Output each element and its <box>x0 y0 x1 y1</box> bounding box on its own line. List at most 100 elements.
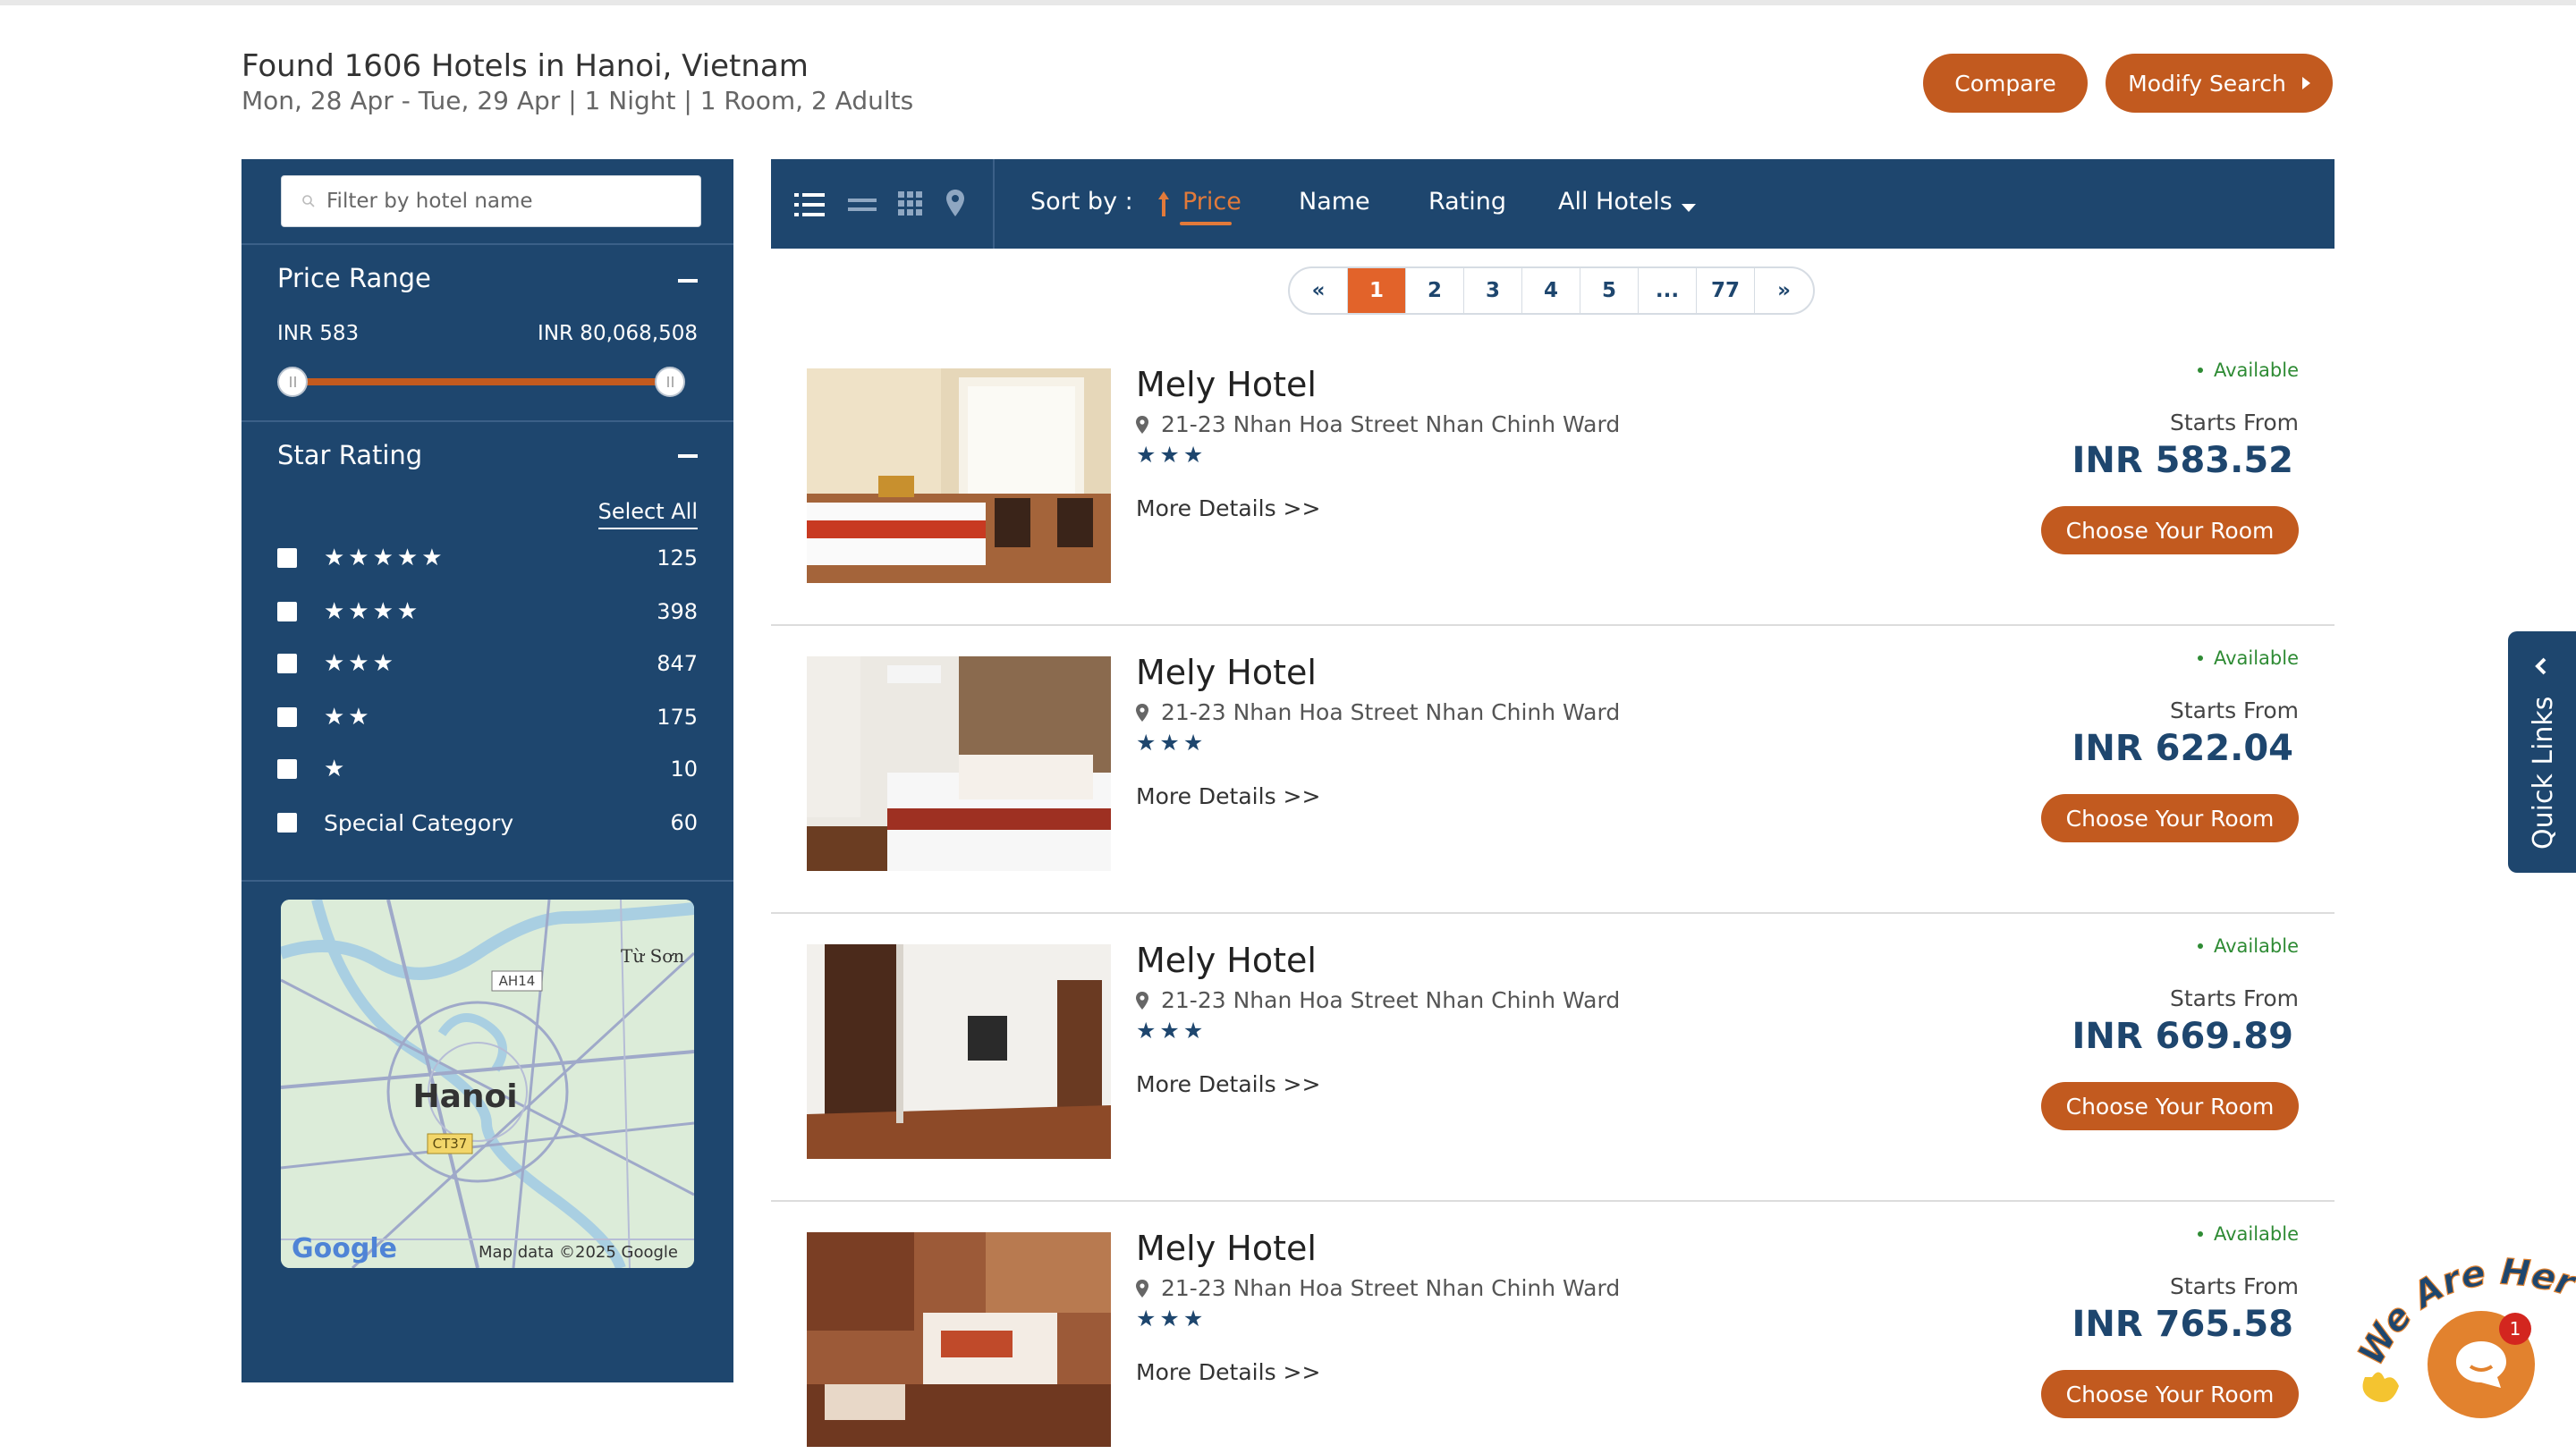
checkbox[interactable] <box>277 759 297 779</box>
divider <box>242 880 733 882</box>
map-road-ah14: AH14 <box>499 973 536 989</box>
choose-room-button[interactable]: Choose Your Room <box>2041 506 2299 554</box>
pagination: « 1 2 3 4 5 ... 77 » <box>1288 266 1815 315</box>
toolbar-divider <box>993 159 995 249</box>
checkbox[interactable] <box>277 654 297 673</box>
hotel-address-text: 21-23 Nhan Hoa Street Nhan Chinh Ward <box>1161 1275 1621 1301</box>
hotel-photo[interactable] <box>807 1232 1111 1447</box>
location-pin-icon <box>1136 703 1148 722</box>
compare-label: Compare <box>1954 70 2056 97</box>
list-view-icon[interactable] <box>794 193 825 216</box>
hotel-name[interactable]: Mely Hotel <box>1136 1229 1317 1268</box>
hotel-name[interactable]: Mely Hotel <box>1136 941 1317 980</box>
quick-links-label: Quick Links <box>2528 696 2559 850</box>
more-details-link[interactable]: More Details >> <box>1136 495 1320 521</box>
price-range-heading: Price Range <box>277 263 431 293</box>
hotel-name-filter[interactable] <box>281 175 701 227</box>
search-summary: Mon, 28 Apr - Tue, 29 Apr | 1 Night | 1 … <box>242 86 914 115</box>
hotel-address-text: 21-23 Nhan Hoa Street Nhan Chinh Ward <box>1161 987 1621 1013</box>
page-3[interactable]: 3 <box>1464 268 1522 313</box>
star-icons: ★★ <box>324 704 373 731</box>
star-icons: ★★★ <box>324 650 397 677</box>
collapse-price-icon[interactable] <box>678 279 698 283</box>
caret-right-icon <box>2301 77 2310 89</box>
divider <box>242 243 733 245</box>
page-next[interactable]: » <box>1755 268 1813 313</box>
more-details-link[interactable]: More Details >> <box>1136 1071 1320 1097</box>
page-2[interactable]: 2 <box>1406 268 1464 313</box>
modify-search-button[interactable]: Modify Search <box>2106 54 2333 113</box>
availability-status: Available <box>2197 359 2299 381</box>
compare-button[interactable]: Compare <box>1923 54 2088 113</box>
waving-hand-icon <box>2362 1372 2399 1402</box>
page-ellipsis: ... <box>1639 268 1697 313</box>
availability-status: Available <box>2197 935 2299 957</box>
sort-name-option[interactable]: Name <box>1299 188 1370 216</box>
hotel-name-input[interactable] <box>326 190 684 213</box>
page-4[interactable]: 4 <box>1522 268 1580 313</box>
checkbox[interactable] <box>277 707 297 727</box>
star-count: 175 <box>657 705 698 730</box>
choose-room-button[interactable]: Choose Your Room <box>2041 794 2299 842</box>
hotel-photo[interactable] <box>807 368 1111 583</box>
star-rating-heading: Star Rating <box>277 440 423 470</box>
quick-links-tab[interactable]: Quick Links <box>2508 631 2576 873</box>
sort-price-option[interactable]: Price <box>1182 188 1241 216</box>
star-filter-4[interactable]: ★★★★ 398 <box>277 596 698 628</box>
choose-room-button[interactable]: Choose Your Room <box>2041 1370 2299 1418</box>
special-category-count: 60 <box>670 810 698 835</box>
chevron-left-icon <box>2535 657 2546 675</box>
divider <box>242 420 733 422</box>
hotel-type-dropdown[interactable]: All Hotels <box>1558 188 1673 216</box>
price-min-label: INR 583 <box>277 322 360 345</box>
map-view-icon[interactable] <box>946 190 964 216</box>
more-details-link[interactable]: More Details >> <box>1136 1359 1320 1385</box>
star-filter-2[interactable]: ★★ 175 <box>277 701 698 733</box>
select-all-link[interactable]: Select All <box>597 499 698 529</box>
hotel-star-rating: ★★★ <box>1136 730 1208 756</box>
page-prev[interactable]: « <box>1290 268 1348 313</box>
star-count: 398 <box>657 599 698 624</box>
price-max-label: INR 80,068,508 <box>538 322 698 345</box>
hotel-price: INR 765.58 <box>2072 1304 2293 1345</box>
hotel-map[interactable]: AH14 CT37 Hanoi Từ Sơn Google Map data ©… <box>281 900 694 1268</box>
price-slider-min-handle[interactable] <box>277 367 308 397</box>
chevron-down-icon[interactable] <box>1682 204 1696 212</box>
price-slider-max-handle[interactable] <box>655 367 685 397</box>
price-slider-track[interactable] <box>292 378 671 385</box>
compact-view-icon[interactable] <box>848 197 877 213</box>
hotel-photo[interactable] <box>807 656 1111 871</box>
checkbox[interactable] <box>277 602 297 621</box>
special-category-filter[interactable]: Special Category 60 <box>277 807 698 839</box>
checkbox[interactable] <box>277 813 297 833</box>
star-count: 125 <box>657 545 698 571</box>
grid-view-icon[interactable] <box>898 191 923 216</box>
hotel-address: 21-23 Nhan Hoa Street Nhan Chinh Ward <box>1136 699 1620 725</box>
more-details-link[interactable]: More Details >> <box>1136 783 1320 809</box>
status-dot <box>2197 655 2203 661</box>
map-credit: Map data ©2025 Google <box>479 1243 678 1262</box>
checkbox[interactable] <box>277 548 297 568</box>
page-1[interactable]: 1 <box>1348 268 1406 313</box>
map-road-ct37: CT37 <box>433 1136 468 1152</box>
star-count: 10 <box>670 757 698 782</box>
hotel-name[interactable]: Mely Hotel <box>1136 653 1317 692</box>
hotel-name[interactable]: Mely Hotel <box>1136 365 1317 404</box>
starts-from-label: Starts From <box>2170 1273 2299 1299</box>
status-dot <box>2197 943 2203 949</box>
page-77[interactable]: 77 <box>1697 268 1755 313</box>
starts-from-label: Starts From <box>2170 985 2299 1011</box>
collapse-star-icon[interactable] <box>678 454 698 458</box>
hotel-address: 21-23 Nhan Hoa Street Nhan Chinh Ward <box>1136 411 1620 437</box>
chat-bubble-icon <box>2456 1341 2506 1388</box>
results-title: Found 1606 Hotels in Hanoi, Vietnam <box>242 48 809 84</box>
star-filter-5[interactable]: ★★★★★ 125 <box>277 542 698 574</box>
star-filter-1[interactable]: ★ 10 <box>277 753 698 785</box>
hotel-star-rating: ★★★ <box>1136 1306 1208 1331</box>
star-icons: ★★★★ <box>324 598 422 625</box>
star-filter-3[interactable]: ★★★ 847 <box>277 647 698 680</box>
sort-rating-option[interactable]: Rating <box>1428 188 1506 216</box>
page-5[interactable]: 5 <box>1580 268 1639 313</box>
choose-room-button[interactable]: Choose Your Room <box>2041 1082 2299 1130</box>
hotel-photo[interactable] <box>807 944 1111 1159</box>
